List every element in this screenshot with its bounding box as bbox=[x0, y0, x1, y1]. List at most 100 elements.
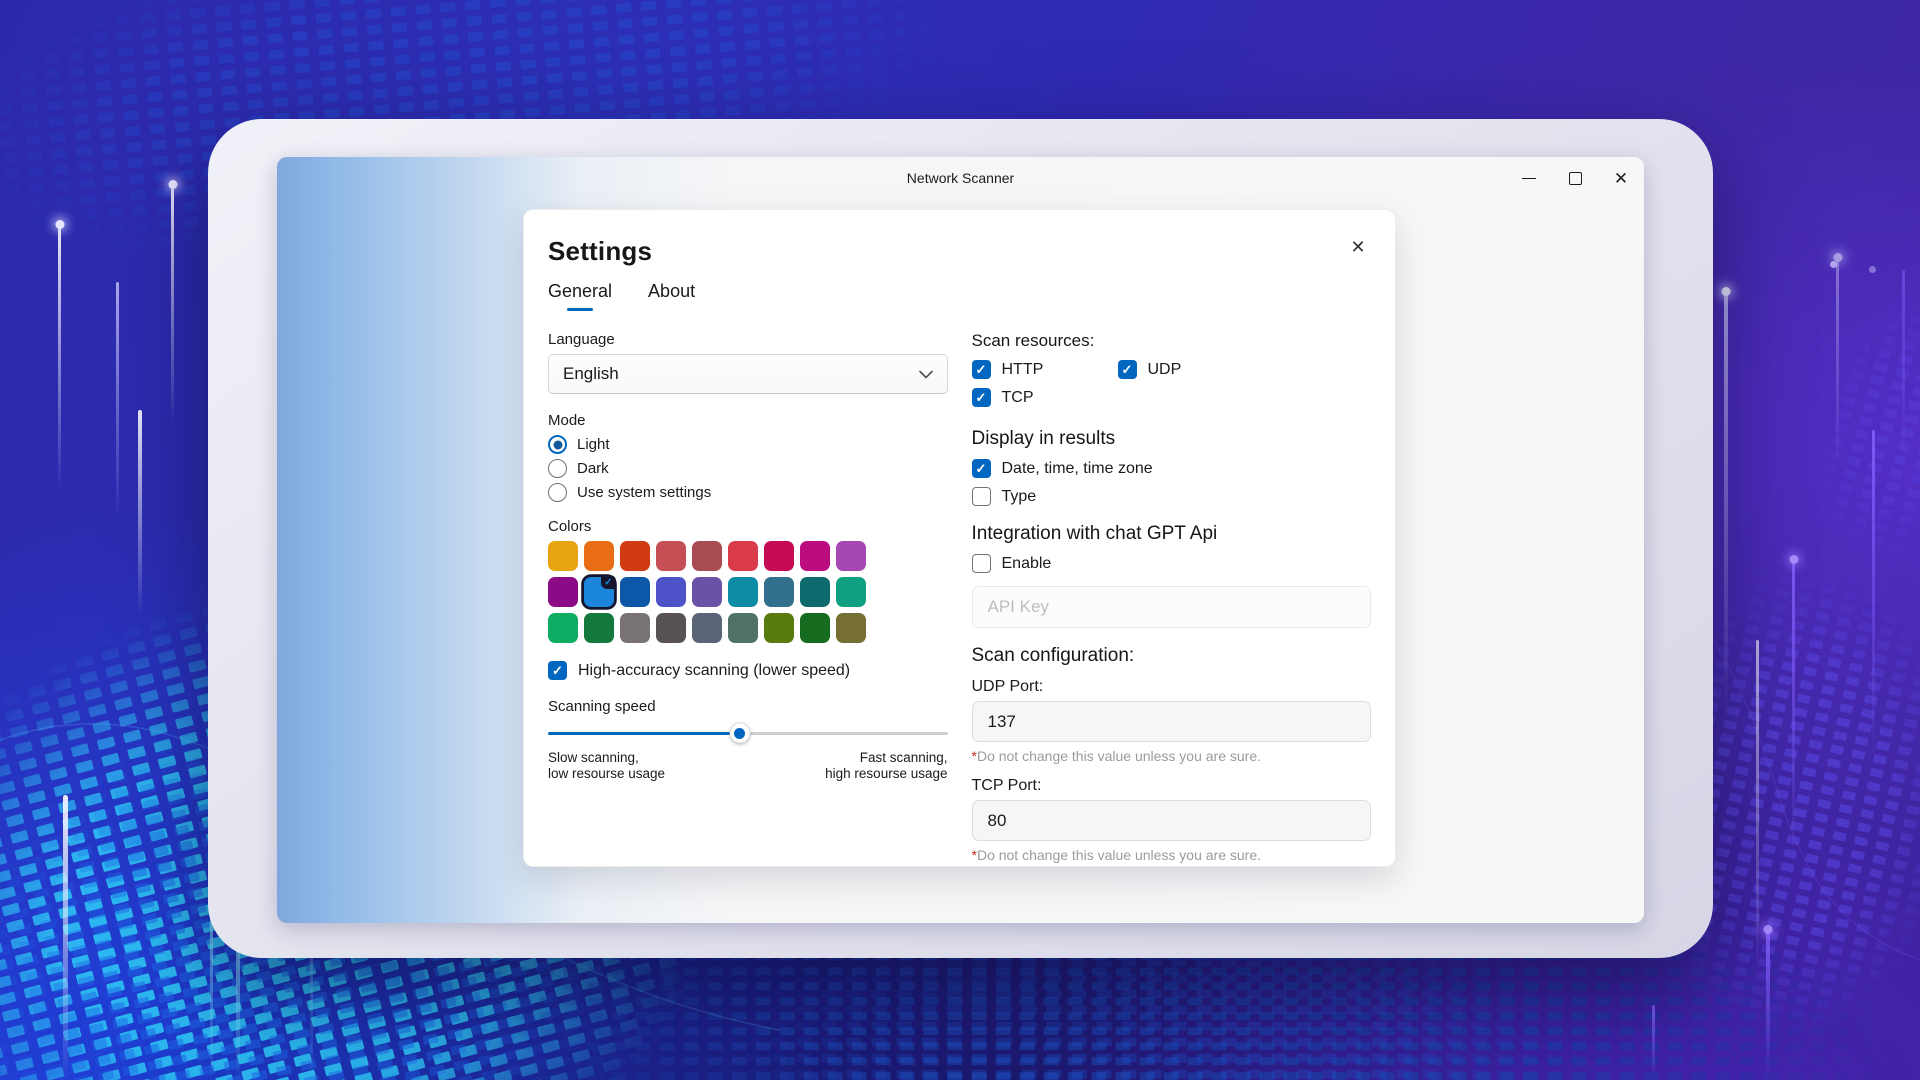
checkbox-box: ✓ bbox=[1118, 360, 1137, 379]
color-swatch[interactable] bbox=[800, 577, 830, 607]
light-beam bbox=[1766, 930, 1770, 1080]
colors-label: Colors bbox=[548, 518, 948, 535]
color-swatch[interactable] bbox=[656, 541, 686, 571]
color-swatch[interactable] bbox=[836, 577, 866, 607]
display-in-results-label: Display in results bbox=[972, 428, 1372, 450]
check-icon: ✓ bbox=[976, 363, 987, 376]
color-swatch[interactable] bbox=[548, 613, 578, 643]
light-beam bbox=[1836, 258, 1839, 463]
radio-label: Light bbox=[577, 436, 610, 453]
color-swatch[interactable] bbox=[728, 613, 758, 643]
check-icon: ✓ bbox=[1122, 363, 1133, 376]
light-beam bbox=[63, 795, 68, 1080]
udp-port-warning: *Do not change this value unless you are… bbox=[972, 748, 1372, 764]
checkbox-box: ✓ bbox=[972, 554, 991, 573]
color-swatch[interactable] bbox=[548, 541, 578, 571]
language-dropdown[interactable]: English bbox=[548, 354, 948, 394]
tab-general[interactable]: General bbox=[548, 281, 612, 311]
checkbox-box: ✓ bbox=[972, 388, 991, 407]
checkbox-date-time-zone[interactable]: ✓ Date, time, time zone bbox=[972, 459, 1372, 478]
scanning-speed-slider[interactable] bbox=[548, 723, 948, 744]
color-swatch[interactable] bbox=[764, 577, 794, 607]
color-swatch[interactable] bbox=[764, 613, 794, 643]
slider-end-labels: Slow scanning, low resourse usage Fast s… bbox=[548, 750, 948, 783]
color-swatch[interactable] bbox=[692, 613, 722, 643]
scan-resources-group: ✓ HTTP ✓ UDP ✓ TCP bbox=[972, 360, 1372, 407]
dialog-close-button[interactable]: ✕ bbox=[1341, 230, 1375, 264]
color-swatch[interactable] bbox=[836, 613, 866, 643]
slider-min-label: Slow scanning, low resourse usage bbox=[548, 750, 665, 783]
checkbox-type[interactable]: ✓ Type bbox=[972, 487, 1372, 506]
radio-circle bbox=[548, 435, 567, 454]
maximize-button[interactable] bbox=[1560, 163, 1590, 193]
check-icon: ✓ bbox=[601, 575, 616, 589]
close-icon: ✕ bbox=[1350, 237, 1365, 258]
color-swatch[interactable] bbox=[656, 577, 686, 607]
tab-about[interactable]: About bbox=[648, 281, 695, 311]
light-beam bbox=[58, 225, 61, 490]
radio-system[interactable]: Use system settings bbox=[548, 483, 948, 502]
high-accuracy-checkbox[interactable]: ✓ High-accuracy scanning (lower speed) bbox=[548, 661, 948, 680]
checkbox-label: Enable bbox=[1002, 555, 1052, 573]
checkbox-http[interactable]: ✓ HTTP bbox=[972, 360, 1118, 379]
udp-port-input[interactable] bbox=[972, 701, 1372, 742]
radio-dark[interactable]: Dark bbox=[548, 459, 948, 478]
color-swatch[interactable] bbox=[620, 577, 650, 607]
light-beam bbox=[171, 185, 174, 423]
general-right-column: Scan resources: ✓ HTTP ✓ UDP ✓ TCP bbox=[972, 331, 1372, 863]
light-beam bbox=[138, 410, 142, 615]
api-key-input[interactable] bbox=[972, 586, 1372, 628]
tcp-port-warning: *Do not change this value unless you are… bbox=[972, 847, 1372, 863]
checkbox-label: Date, time, time zone bbox=[1002, 460, 1153, 478]
language-label: Language bbox=[548, 331, 948, 348]
checkbox-box: ✓ bbox=[972, 459, 991, 478]
device-frame: Network Scanner ✕ ✕ Settings General Abo… bbox=[208, 119, 1713, 958]
color-swatch[interactable] bbox=[728, 577, 758, 607]
color-swatch[interactable] bbox=[692, 577, 722, 607]
color-swatch[interactable] bbox=[620, 541, 650, 571]
close-button[interactable]: ✕ bbox=[1606, 163, 1636, 193]
tcp-port-label: TCP Port: bbox=[972, 777, 1372, 795]
active-tab-indicator bbox=[567, 308, 593, 312]
checkbox-udp[interactable]: ✓ UDP bbox=[1118, 360, 1372, 379]
tab-label: About bbox=[648, 281, 695, 301]
light-dot bbox=[1830, 261, 1837, 268]
color-swatch[interactable] bbox=[584, 541, 614, 571]
radio-light[interactable]: Light bbox=[548, 435, 948, 454]
gpt-enable-group: ✓ Enable bbox=[972, 554, 1372, 573]
light-dot bbox=[1869, 266, 1876, 273]
checkbox-label: UDP bbox=[1148, 361, 1182, 379]
window-titlebar: Network Scanner ✕ bbox=[277, 157, 1644, 199]
color-grid: ✓ bbox=[548, 541, 948, 643]
check-icon: ✓ bbox=[976, 391, 987, 404]
check-icon: ✓ bbox=[976, 462, 987, 475]
tab-bar: General About bbox=[548, 281, 1371, 311]
minimize-button[interactable] bbox=[1514, 163, 1544, 193]
color-swatch[interactable] bbox=[692, 541, 722, 571]
tab-label: General bbox=[548, 281, 612, 301]
color-swatch[interactable] bbox=[728, 541, 758, 571]
tcp-port-input[interactable] bbox=[972, 800, 1372, 841]
color-swatch[interactable] bbox=[800, 541, 830, 571]
color-swatch[interactable] bbox=[656, 613, 686, 643]
color-swatch[interactable] bbox=[620, 613, 650, 643]
checkbox-tcp[interactable]: ✓ TCP bbox=[972, 388, 1118, 407]
light-beam bbox=[1652, 1005, 1655, 1080]
light-beam bbox=[1902, 270, 1905, 470]
color-swatch[interactable] bbox=[836, 541, 866, 571]
checkbox-label: High-accuracy scanning (lower speed) bbox=[578, 662, 850, 680]
color-swatch[interactable] bbox=[584, 613, 614, 643]
radio-circle bbox=[548, 459, 567, 478]
general-left-column: Language English Mode Light Dark bbox=[548, 331, 948, 863]
color-swatch[interactable] bbox=[800, 613, 830, 643]
language-value: English bbox=[563, 364, 619, 384]
slider-thumb[interactable] bbox=[729, 723, 750, 744]
settings-dialog: ✕ Settings General About Language Englis… bbox=[523, 209, 1396, 867]
color-swatch[interactable] bbox=[764, 541, 794, 571]
checkbox-box: ✓ bbox=[972, 487, 991, 506]
color-swatch[interactable] bbox=[548, 577, 578, 607]
checkbox-gpt-enable[interactable]: ✓ Enable bbox=[972, 554, 1372, 573]
scan-configuration-label: Scan configuration: bbox=[972, 645, 1372, 667]
color-swatch[interactable]: ✓ bbox=[584, 577, 614, 607]
chevron-down-icon bbox=[919, 370, 933, 379]
